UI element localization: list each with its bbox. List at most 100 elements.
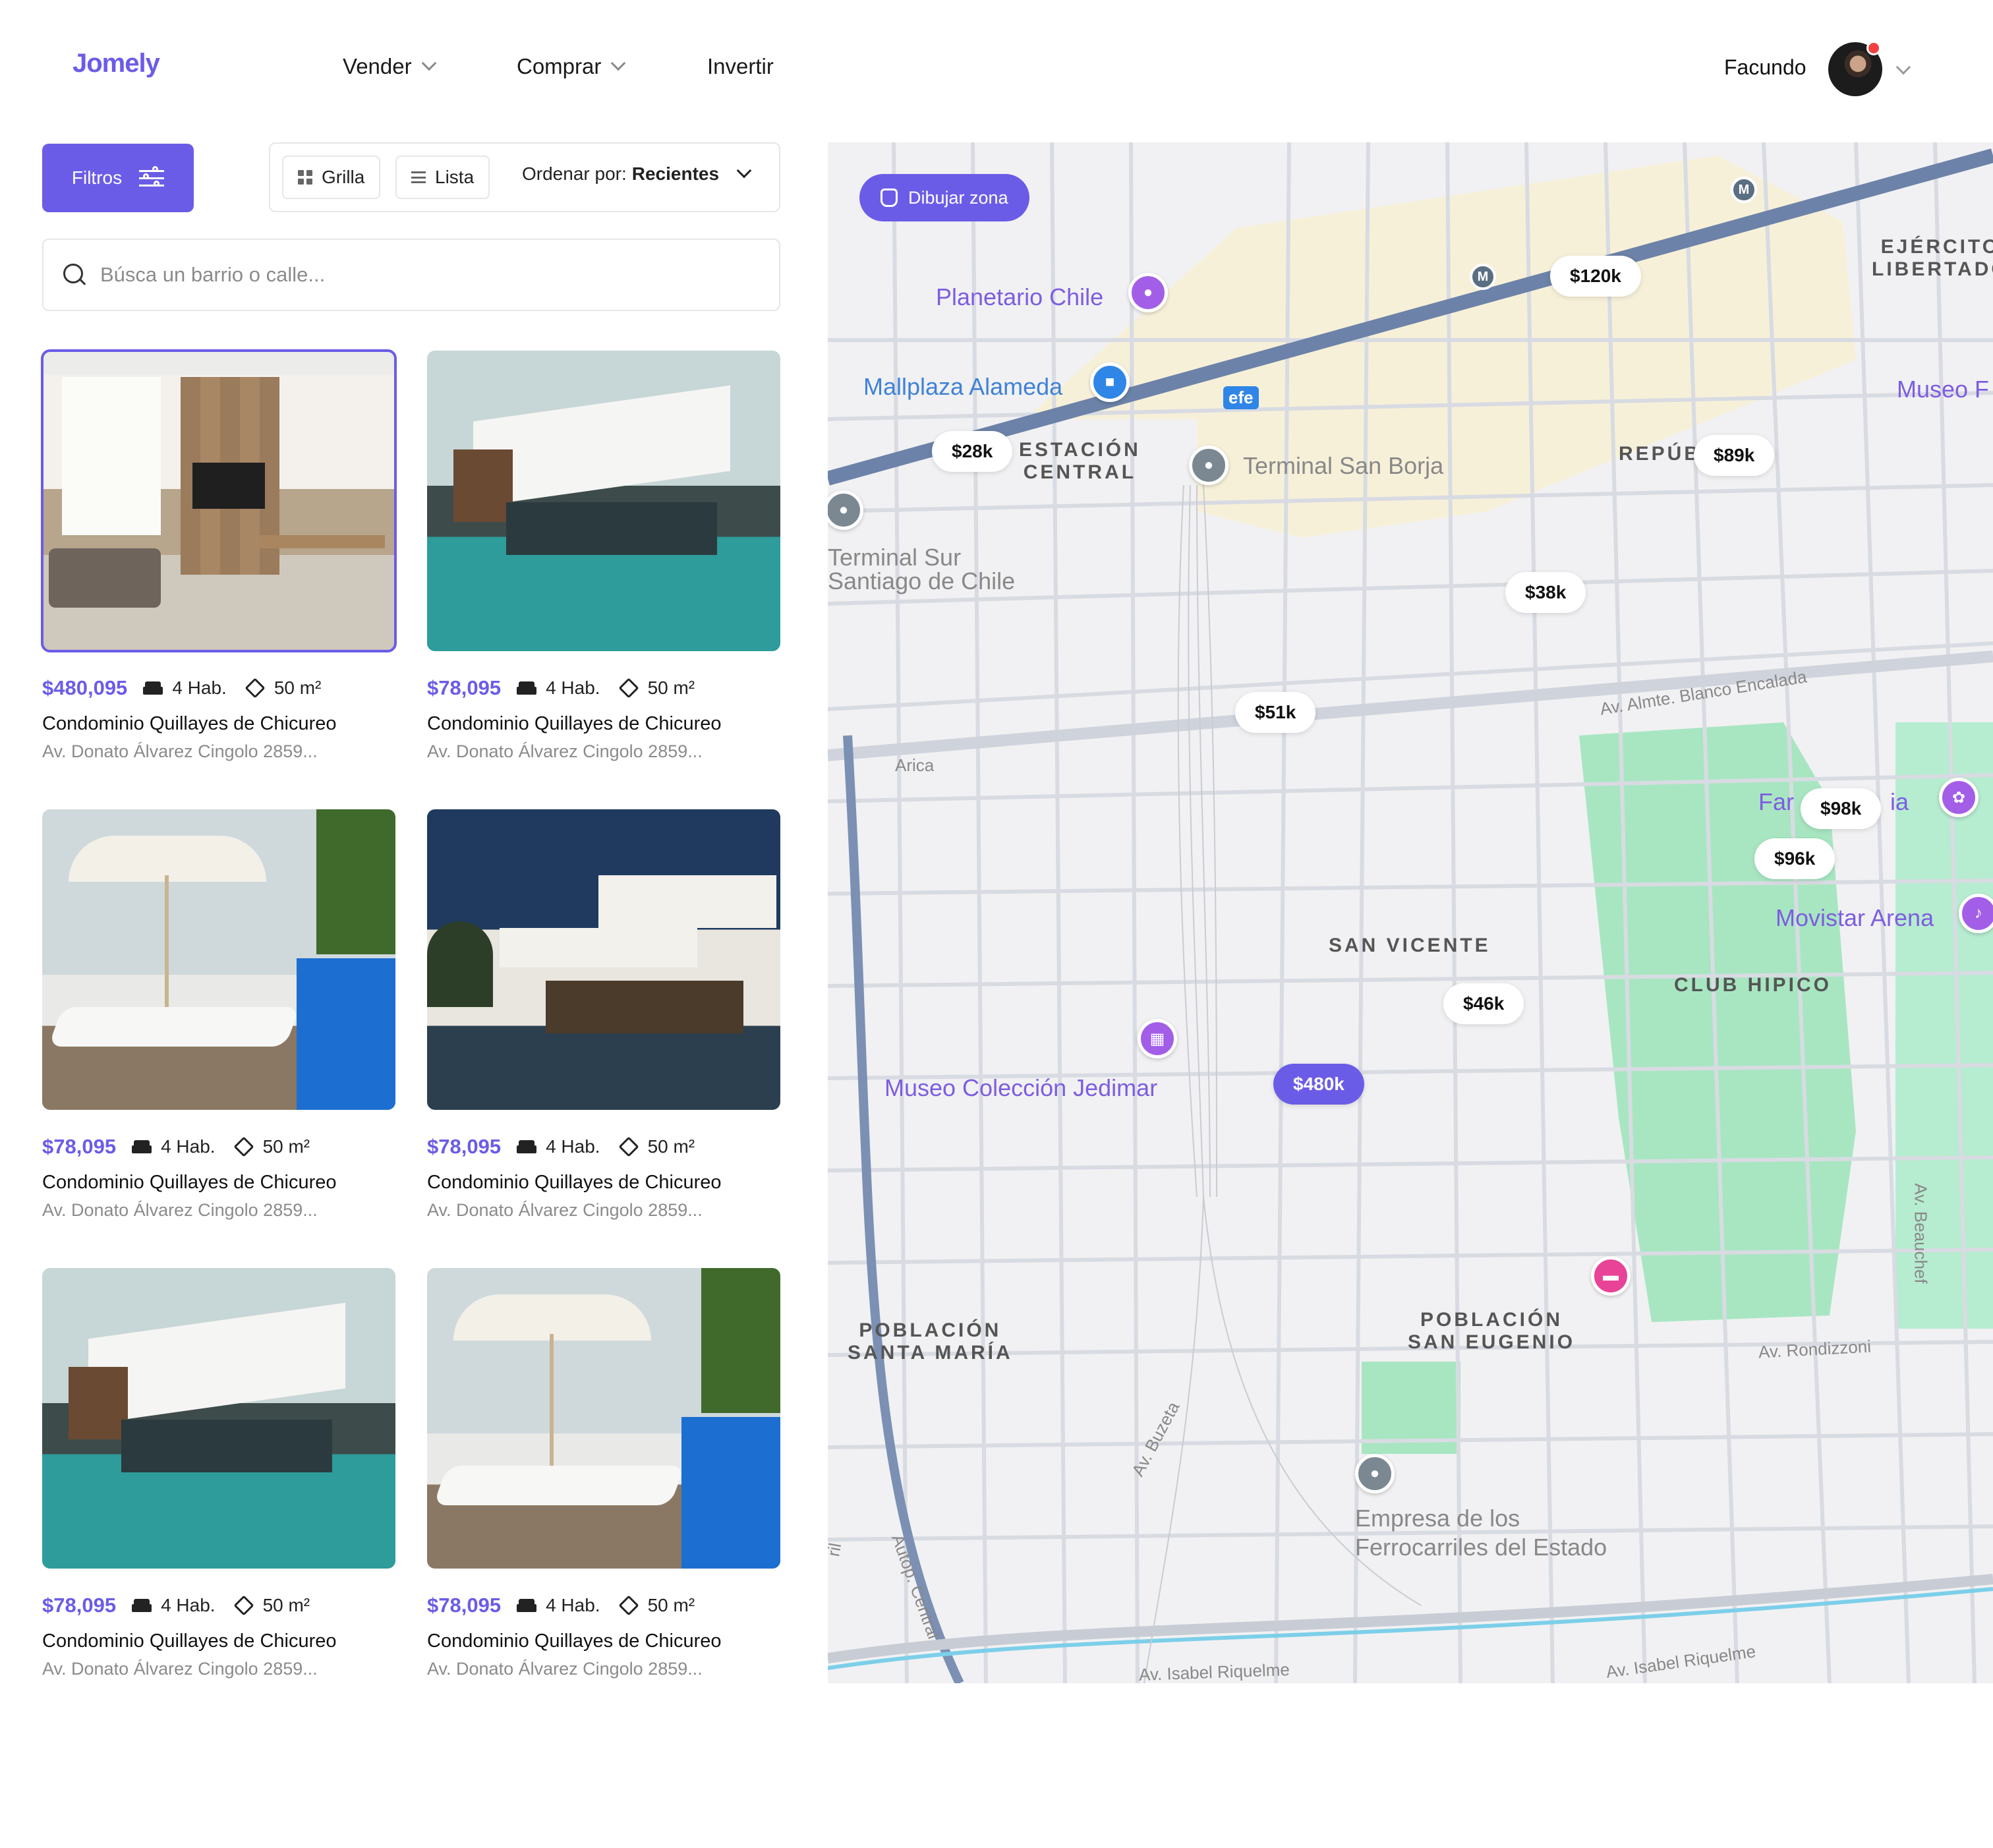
district-estacion-line2: CENTRAL [1023, 461, 1137, 483]
hand-icon [881, 188, 898, 207]
place-empresa-line1: Empresa de los [1355, 1505, 1520, 1532]
price-pin[interactable]: $46k [1443, 983, 1524, 1024]
listing-photo[interactable] [427, 809, 780, 1110]
bed-icon [517, 1140, 537, 1153]
listing-address: Av. Donato Álvarez Cingolo 2859... [42, 1659, 318, 1679]
attraction-icon[interactable]: ✿ [1939, 778, 1979, 817]
filters-label: Filtros [71, 167, 123, 188]
listing-area: 50 m² [647, 1136, 695, 1157]
music-icon[interactable]: ♪ [1959, 894, 1993, 933]
district-santa-maria-line1: POBLACIÓN [859, 1319, 1002, 1341]
district-ejercito-line1: EJÉRCITO [1880, 236, 1993, 258]
listing-price: $78,095 [427, 1135, 502, 1158]
price-pin[interactable]: $96k [1754, 838, 1835, 879]
price-pin[interactable]: $89k [1694, 435, 1775, 476]
district-santa-maria-line2: SANTA MARÍA [848, 1342, 1013, 1364]
area-icon [618, 1595, 639, 1616]
listing-area: 50 m² [274, 678, 322, 698]
metro-icon[interactable]: M [1731, 177, 1757, 203]
listing-title[interactable]: Condominio Quillayes de Chicureo [427, 713, 780, 735]
grid-label: Grilla [322, 167, 365, 187]
search-bar [42, 239, 780, 311]
bed-icon [517, 1599, 537, 1612]
map[interactable]: Dibujar zona Planetario Chile Mallplaza … [828, 142, 1993, 1683]
sort-dropdown[interactable]: Ordenar por: Recientes [522, 163, 752, 185]
district-club-hipico: CLUB HIPICO [1674, 974, 1832, 996]
nav-vender[interactable]: Vender [343, 54, 436, 79]
efe-station-icon[interactable]: efe [1223, 386, 1259, 409]
filters-button[interactable]: Filtros [42, 144, 194, 212]
listing-card[interactable]: $480,095 4 Hab. 50 m² Condominio Quillay… [41, 349, 397, 762]
nav-invertir[interactable]: Invertir [707, 54, 774, 79]
sliders-icon [139, 166, 165, 188]
listing-title[interactable]: Condominio Quillayes de Chicureo [42, 713, 395, 735]
district-san-eugenio: POBLACIÓN SAN EUGENIO [1408, 1309, 1575, 1354]
user-name[interactable]: Facundo [1724, 55, 1806, 80]
grid-icon [298, 170, 312, 185]
price-pin[interactable]: $51k [1235, 692, 1316, 733]
list-icon [411, 171, 426, 183]
price-pin[interactable]: $38k [1505, 572, 1586, 613]
area-icon [245, 678, 266, 699]
listing-meta: $480,095 4 Hab. 50 m² [42, 676, 395, 700]
location-pin-icon[interactable]: ● [1189, 446, 1228, 485]
place-museo-edge: Museo F [1897, 376, 1990, 403]
place-empresa-line2: Ferrocarriles del Estado [1355, 1534, 1607, 1561]
listing-title[interactable]: Condominio Quillayes de Chicureo [427, 1631, 780, 1652]
price-pin[interactable]: $28k [932, 431, 1013, 472]
listing-title[interactable]: Condominio Quillayes de Chicureo [427, 1172, 780, 1194]
listing-photo[interactable] [42, 809, 395, 1110]
listing-rooms: 4 Hab. [546, 678, 600, 698]
chevron-down-icon [421, 55, 436, 71]
district-santa-maria: POBLACIÓN SANTA MARÍA [848, 1319, 1013, 1364]
listing-area: 50 m² [262, 1595, 310, 1615]
listing-photo[interactable] [42, 1268, 395, 1569]
user-menu-chevron-icon[interactable] [1895, 59, 1911, 75]
district-san-vicente: SAN VICENTE [1329, 935, 1491, 956]
list-label: Lista [435, 167, 475, 187]
price-pin-active[interactable]: $480k [1273, 1064, 1364, 1105]
listing-address: Av. Donato Álvarez Cingolo 2859... [42, 741, 318, 761]
listing-meta: $78,095 4 Hab. 50 m² [427, 676, 780, 700]
place-terminal-san-borja: Terminal San Borja [1243, 452, 1444, 479]
listing-card[interactable]: $78,095 4 Hab. 50 m² Condominio Quillaye… [427, 1268, 780, 1679]
listing-photo[interactable] [427, 351, 780, 651]
listing-rooms: 4 Hab. [546, 1595, 600, 1615]
listing-card[interactable]: $78,095 4 Hab. 50 m² Condominio Quillaye… [42, 809, 395, 1221]
sort-prefix: Ordenar por: [522, 163, 627, 184]
location-pin-icon[interactable]: ● [1355, 1454, 1395, 1493]
bed-icon [132, 1140, 152, 1153]
place-planetario: Planetario Chile [936, 283, 1104, 310]
area-icon [233, 1595, 254, 1616]
hotel-icon[interactable]: ▬ [1591, 1256, 1631, 1296]
nav-comprar[interactable]: Comprar [517, 54, 626, 79]
listing-photo[interactable] [41, 349, 397, 652]
listing-address: Av. Donato Álvarez Cingolo 2859... [427, 741, 703, 761]
logo[interactable]: Jomely [72, 49, 160, 78]
street-ril: ril [828, 1541, 846, 1558]
listing-card[interactable]: $78,095 4 Hab. 50 m² Condominio Quillaye… [427, 809, 780, 1221]
district-republica: REPÚB [1619, 443, 1702, 465]
bed-icon [143, 681, 163, 695]
place-fan-edge: Far [1758, 788, 1794, 815]
listing-card[interactable]: $78,095 4 Hab. 50 m² Condominio Quillaye… [427, 351, 780, 762]
listing-title[interactable]: Condominio Quillayes de Chicureo [42, 1172, 395, 1194]
listing-title[interactable]: Condominio Quillayes de Chicureo [42, 1631, 395, 1652]
listing-photo[interactable] [427, 1268, 780, 1569]
camera-icon[interactable]: ● [1128, 273, 1168, 312]
search-input[interactable] [100, 263, 693, 287]
museum-icon[interactable]: ▦ [1138, 1019, 1177, 1058]
street-beauchef: Av. Beauchef [1911, 1183, 1931, 1284]
district-ejercito-line2: LIBERTADO [1872, 258, 1993, 280]
price-pin[interactable]: $120k [1550, 256, 1641, 297]
grid-view-button[interactable]: Grilla [282, 156, 381, 199]
price-pin[interactable]: $98k [1801, 788, 1882, 829]
area-icon [618, 678, 639, 699]
shopping-bag-icon[interactable]: ■ [1090, 362, 1130, 402]
list-view-button[interactable]: Lista [395, 156, 490, 199]
metro-icon[interactable]: M [1470, 264, 1496, 290]
listing-rooms: 4 Hab. [546, 1136, 600, 1157]
listing-card[interactable]: $78,095 4 Hab. 50 m² Condominio Quillaye… [42, 1268, 395, 1679]
draw-zone-button[interactable]: Dibujar zona [859, 174, 1029, 221]
chevron-down-icon [611, 55, 626, 71]
